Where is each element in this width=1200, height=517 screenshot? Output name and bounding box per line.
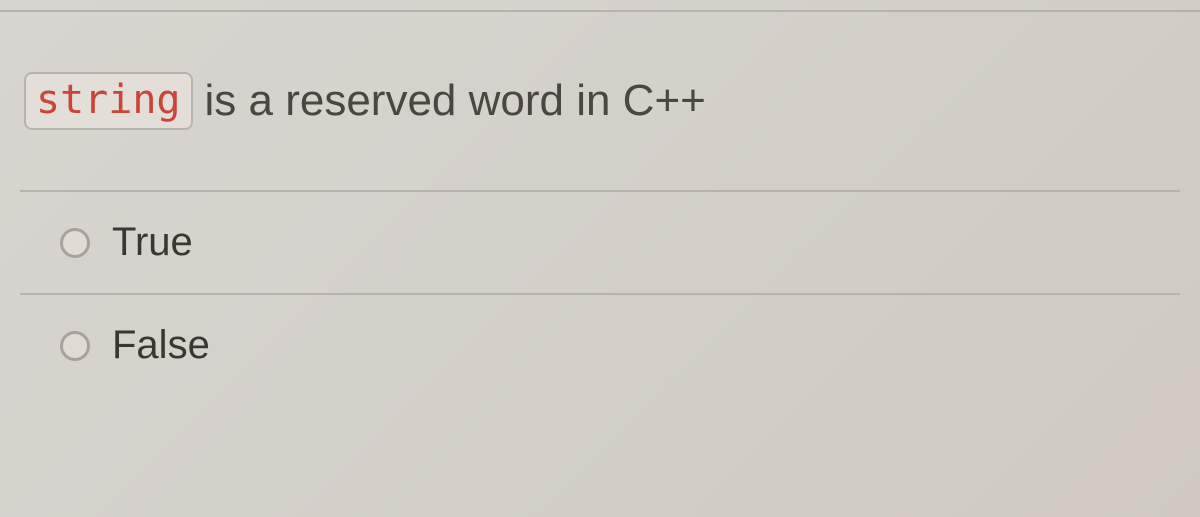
code-token: string: [24, 72, 193, 130]
top-divider: [0, 10, 1200, 12]
option-label: True: [112, 220, 193, 265]
question-prompt: string is a reserved word in C++: [20, 72, 1180, 130]
question-text: is a reserved word in C++: [205, 76, 706, 126]
option-false[interactable]: False: [20, 295, 1180, 396]
question-container: string is a reserved word in C++ True Fa…: [0, 0, 1200, 396]
radio-icon[interactable]: [60, 228, 90, 258]
radio-icon[interactable]: [60, 331, 90, 361]
options-list: True False: [20, 190, 1180, 396]
option-label: False: [112, 323, 210, 368]
option-true[interactable]: True: [20, 192, 1180, 295]
